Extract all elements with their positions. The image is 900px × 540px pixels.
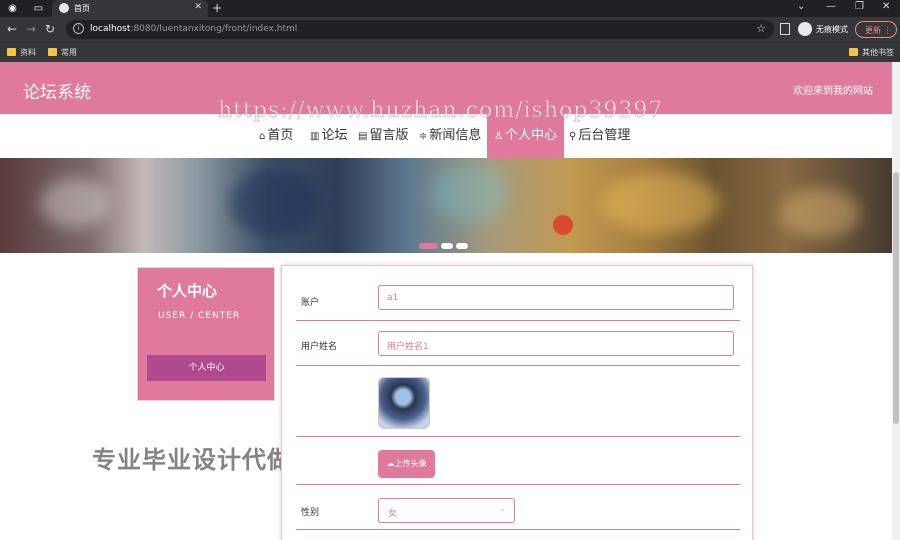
tab-close-icon[interactable]: ✕ bbox=[194, 2, 202, 12]
carousel-dot-1[interactable] bbox=[419, 243, 438, 249]
bookmark-star-icon[interactable]: ☆ bbox=[756, 22, 766, 35]
url-watermark: https://www.huzhan.com/ishop39397 bbox=[218, 98, 664, 124]
bookmark-folder-ziliao[interactable]: 资料 bbox=[7, 47, 36, 58]
url-input[interactable]: i localhost:8080/luentanxitong/front/ind… bbox=[66, 20, 774, 39]
tab-dropdown-icon[interactable]: ⌄ bbox=[797, 1, 805, 12]
page-viewport: 论坛系统 欢迎来到我的网站 ⌂ 首页 ▥ 论坛 ▤ 留言版 ≑ 新闻信息 ♙ 个人中心 ⚲… bbox=[0, 62, 892, 540]
bookmark-folder-changyong[interactable]: 常用 bbox=[48, 47, 77, 58]
back-button[interactable]: ← bbox=[7, 22, 17, 36]
account-input[interactable]: a1 bbox=[378, 285, 734, 310]
banner-dark-blob bbox=[230, 168, 320, 238]
chevron-down-icon: ⌄ bbox=[498, 504, 506, 514]
site-title: 论坛系统 bbox=[23, 83, 91, 103]
guestbook-icon: ▤ bbox=[358, 131, 368, 142]
account-label: 账户 bbox=[301, 298, 320, 308]
name-input[interactable]: 用户姓名1 bbox=[378, 331, 734, 356]
account-row: 账户 a1 bbox=[296, 280, 740, 321]
banner-warm-blob bbox=[780, 188, 860, 238]
name-row: 用户姓名 用户姓名1 bbox=[296, 321, 740, 366]
mouse-cursor-highlight bbox=[553, 215, 573, 235]
user-center-sidebar: 个人中心 USER / CENTER 个人中心 bbox=[137, 267, 275, 401]
tab-title: 首页 bbox=[74, 4, 90, 13]
avatar-row bbox=[296, 366, 740, 437]
bookmarks-bar: 资料 常用 其他书签 bbox=[0, 42, 900, 62]
forum-icon: ▥ bbox=[310, 131, 320, 142]
upload-row: ☁上传头像 bbox=[296, 437, 740, 485]
chrome-menu-icon[interactable]: ◉ bbox=[6, 2, 19, 15]
close-window-button[interactable]: ✕ bbox=[882, 1, 890, 12]
sidebar-user-center-button[interactable]: 个人中心 bbox=[147, 355, 266, 381]
other-bookmarks[interactable]: 其他书签 bbox=[849, 47, 894, 58]
forward-button[interactable]: → bbox=[26, 22, 36, 36]
incognito-label: 无痕模式 bbox=[816, 25, 848, 34]
folder-icon bbox=[48, 48, 57, 56]
banner-light-blob bbox=[40, 178, 110, 228]
link-icon: ⚲ bbox=[569, 131, 577, 142]
user-icon: ♙ bbox=[494, 131, 503, 142]
gender-select[interactable]: 女 ⌄ bbox=[378, 498, 515, 523]
carousel-dot-2[interactable] bbox=[441, 243, 453, 249]
site-info-icon[interactable]: i bbox=[73, 23, 84, 34]
side-panel-icon[interactable] bbox=[780, 23, 790, 35]
gender-row: 性别 女 ⌄ bbox=[296, 485, 740, 530]
gender-label: 性别 bbox=[301, 508, 320, 518]
sidebar-subtitle: USER / CENTER bbox=[158, 311, 241, 321]
upload-avatar-button[interactable]: ☁上传头像 bbox=[378, 450, 435, 478]
carousel-dot-3[interactable] bbox=[456, 243, 468, 249]
profile-form: 账户 a1 用户姓名 用户姓名1 ☁上传头像 性别 女 ⌄ bbox=[281, 265, 753, 540]
avatar-image bbox=[378, 377, 430, 429]
minimize-button[interactable]: — bbox=[826, 1, 836, 12]
promo-watermark: 专业毕业设计代做 bbox=[92, 446, 292, 474]
name-label: 用户姓名 bbox=[301, 342, 338, 352]
folder-icon bbox=[7, 48, 16, 56]
incognito-avatar-icon[interactable] bbox=[798, 22, 812, 36]
banner-gold-blob bbox=[600, 173, 720, 233]
scrollbar-thumb[interactable] bbox=[893, 172, 899, 424]
globe-icon bbox=[59, 3, 69, 13]
browser-tab[interactable]: 首页 ✕ bbox=[52, 0, 208, 17]
welcome-text: 欢迎来到我的网站 bbox=[793, 86, 873, 97]
news-icon: ≑ bbox=[419, 131, 428, 142]
url-text: localhost:8080/luentanxitong/front/index… bbox=[90, 24, 298, 34]
banner-cyan-blob bbox=[430, 163, 510, 223]
carousel-indicators bbox=[419, 234, 471, 253]
new-tab-button[interactable]: + bbox=[212, 1, 222, 15]
browser-tab-strip: ◉ ▭ 首页 ✕ + ⌄ — ❐ ✕ bbox=[0, 0, 900, 17]
folder-icon bbox=[849, 48, 858, 56]
address-bar: ← → ↻ i localhost:8080/luentanxitong/fro… bbox=[0, 17, 900, 42]
hero-carousel[interactable] bbox=[0, 158, 892, 253]
home-icon: ⌂ bbox=[259, 131, 266, 142]
restore-button[interactable]: ❐ bbox=[855, 1, 864, 12]
sidebar-title: 个人中心 bbox=[157, 282, 218, 300]
update-button[interactable]: 更新 ⋮ bbox=[855, 21, 897, 38]
cloud-upload-icon: ☁ bbox=[386, 459, 395, 468]
tab-search-icon[interactable]: ▭ bbox=[32, 2, 45, 15]
reload-button[interactable]: ↻ bbox=[45, 22, 55, 36]
